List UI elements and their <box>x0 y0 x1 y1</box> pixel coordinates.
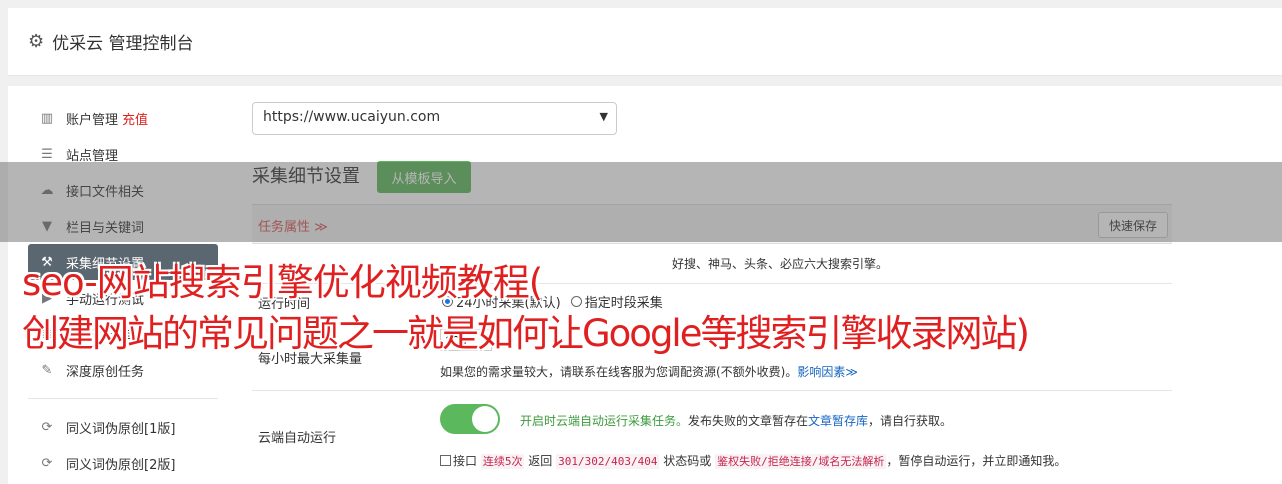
engines-hint: 好搜、神马、头条、必应六大搜索引擎。 <box>672 257 889 271</box>
sidebar-item-label: 站点管理 <box>66 148 119 164</box>
sidebar-item-label: 深度原创任务 <box>66 364 145 380</box>
cloud-hint: 开启时云端自动运行采集任务。发布失败的文章暂存在文章暂存库，请自行获取。 <box>520 412 952 429</box>
recharge-link[interactable]: 充值 <box>122 109 148 128</box>
chevron-down-icon: ▼ <box>599 110 608 123</box>
sidebar-item-synonym-v1[interactable]: ⟳ 同义词伪原创[1版] <box>28 409 218 445</box>
page-header: ⚙ 优采云 管理控制台 <box>8 8 1282 76</box>
site-select[interactable]: https://www.ucaiyun.com ▼ <box>252 102 617 135</box>
cloud-auto-run-toggle[interactable] <box>440 404 500 434</box>
sidebar-item-label: 同义词伪原创[1版] <box>66 421 176 437</box>
interface-notify-row: 接口 连续5次 返回 301/302/403/404 状态码或 鉴权失败/拒绝连… <box>440 452 1066 469</box>
cloud-hint-text: 发布失败的文章暂存在 <box>688 414 809 428</box>
gear-icon: ⚙ <box>28 31 45 52</box>
sidebar-item-label: 账户管理 <box>66 112 119 128</box>
page-title: 优采云 管理控制台 <box>52 34 194 54</box>
code-status: 301/302/403/404 <box>556 454 660 469</box>
impact-factors-link[interactable]: 影响因素≫ <box>797 365 858 379</box>
refresh-icon: ⟳ <box>41 455 53 471</box>
banner-line-1: seo-网站搜索引擎优化视频教程( <box>22 261 543 304</box>
edit-icon: ✎ <box>41 362 53 378</box>
banner-overlay <box>0 162 1282 242</box>
server-icon: ☰ <box>41 146 53 162</box>
iface-text: 接口 <box>453 454 478 468</box>
sidebar-divider <box>28 398 218 399</box>
sidebar-item-synonym-v2[interactable]: ⟳ 同义词伪原创[2版] <box>28 445 218 481</box>
bar-chart-icon: ▥ <box>40 110 54 126</box>
toggle-knob <box>472 406 498 432</box>
iface-text: 返回 <box>524 454 557 468</box>
sidebar-item-account[interactable]: ▥ 账户管理 充值 <box>28 100 218 136</box>
code-consecutive: 连续5次 <box>480 454 525 469</box>
code-errors: 鉴权失败/拒绝连接/域名无法解析 <box>715 454 887 469</box>
sidebar-item-deep-original[interactable]: ✎ 深度原创任务 <box>28 352 218 388</box>
iface-text: 状态码或 <box>659 454 716 468</box>
sidebar-item-label: 同义词伪原创[2版] <box>66 457 176 473</box>
cloud-auto-run-label: 云端自动运行 <box>258 431 337 446</box>
row-divider <box>252 390 1172 391</box>
interface-notify-checkbox[interactable] <box>440 455 451 466</box>
banner-line-2: 创建网站的常见问题之一就是如何让Google等搜索引擎收录网站) <box>22 312 1030 355</box>
max-per-hour-hint: 如果您的需求量较大，请联系在线客服为您调配资源(不额外收费)。影响因素≫ <box>440 363 858 380</box>
cloud-hint-end: ，请自行获取。 <box>868 414 953 428</box>
refresh-icon: ⟳ <box>41 419 53 435</box>
article-store-link[interactable]: 文章暂存库 <box>808 414 868 428</box>
site-select-value: https://www.ucaiyun.com <box>263 109 441 125</box>
cloud-hint-green: 开启时云端自动运行采集任务。 <box>520 414 689 428</box>
max-hint-text: 如果您的需求量较大，请联系在线客服为您调配资源(不额外收费)。 <box>440 365 798 379</box>
iface-text: ，暂停自动运行，并立即通知我。 <box>886 454 1067 468</box>
